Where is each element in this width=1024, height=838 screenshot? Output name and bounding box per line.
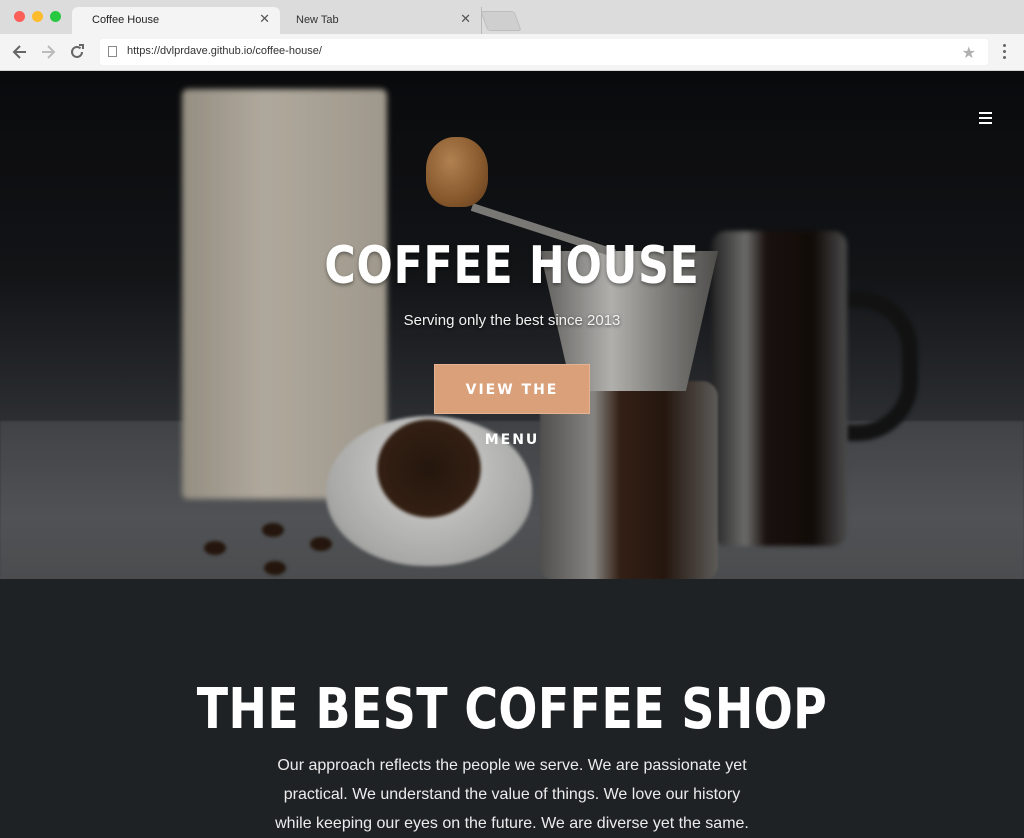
about-section: THE BEST COFFEE SHOP Our approach reflec… — [0, 579, 1024, 838]
star-icon[interactable]: ★ — [962, 43, 976, 63]
tab-new-tab[interactable]: New Tab ✕ — [280, 7, 482, 34]
tab-title: Coffee House — [92, 14, 160, 26]
reload-icon[interactable] — [67, 42, 87, 62]
about-text-line: Our approach reflects the people we serv… — [277, 757, 747, 774]
arrow-left-icon[interactable] — [10, 42, 30, 62]
about-text-line: while keeping our eyes on the future. We… — [275, 815, 749, 832]
vertical-dots-icon[interactable] — [998, 44, 1010, 62]
browser-titlebar: Coffee House ✕ New Tab ✕ — [0, 0, 1024, 34]
close-icon[interactable]: ✕ — [460, 12, 471, 26]
close-icon[interactable]: ✕ — [259, 12, 270, 26]
hero-subtitle: Serving only the best since 2013 — [403, 312, 621, 329]
view-menu-button[interactable]: VIEW THE MENU — [434, 364, 590, 448]
new-tab-button[interactable] — [480, 11, 522, 31]
minimize-window-button[interactable] — [32, 11, 43, 22]
maximize-window-button[interactable] — [50, 11, 61, 22]
close-window-button[interactable] — [14, 11, 25, 22]
tab-coffee-house[interactable]: Coffee House ✕ — [72, 7, 280, 34]
tab-title: New Tab — [296, 14, 339, 26]
address-bar[interactable]: https://dvlprdave.github.io/coffee-house… — [100, 39, 988, 65]
url-text[interactable]: https://dvlprdave.github.io/coffee-house… — [127, 45, 322, 57]
about-title: THE BEST COFFEE SHOP — [196, 677, 828, 742]
arrow-right-icon[interactable] — [38, 42, 58, 62]
hero-title: COFFEE HOUSE — [324, 236, 700, 296]
hamburger-icon[interactable] — [979, 112, 992, 124]
browser-toolbar: https://dvlprdave.github.io/coffee-house… — [0, 34, 1024, 71]
about-text-line: practical. We understand the value of th… — [283, 786, 741, 803]
page-icon — [108, 46, 117, 57]
